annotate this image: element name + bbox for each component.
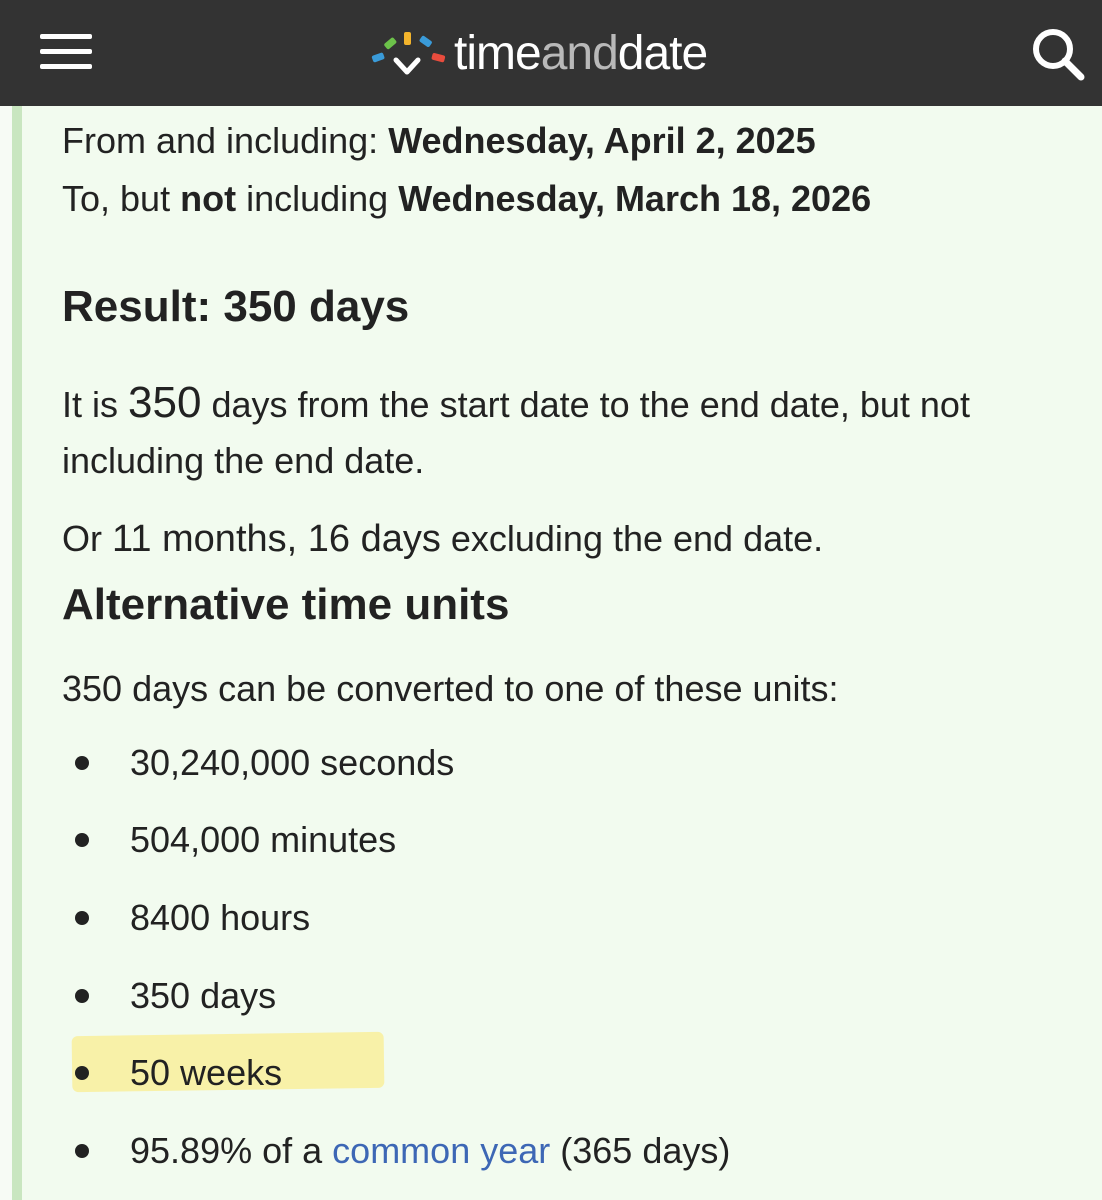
to-label-not: not bbox=[180, 178, 237, 219]
bullet-icon bbox=[75, 989, 89, 1003]
year-percent-text: 95.89% of a bbox=[130, 1130, 323, 1171]
bullet-icon bbox=[75, 911, 89, 925]
unit-seconds: 30,240,000 seconds bbox=[130, 742, 455, 783]
conversion-intro: 350 days can be converted to one of thes… bbox=[62, 668, 839, 709]
unit-hours: 8400 hours bbox=[130, 897, 311, 938]
from-label: From and including: bbox=[62, 120, 379, 161]
logo-date-text: date bbox=[617, 27, 708, 80]
common-year-link[interactable]: common year bbox=[332, 1130, 550, 1171]
alternative-units-heading: Alternative time units bbox=[62, 580, 510, 629]
hamburger-menu-icon[interactable] bbox=[40, 34, 92, 70]
logo-wordmark: timeanddate bbox=[454, 26, 708, 82]
result-paragraph-line2: including the end date. bbox=[62, 440, 424, 482]
result-paragraph-line1: It is 350 days from the start date to th… bbox=[62, 378, 970, 428]
result-text-a: It is bbox=[62, 384, 119, 425]
to-label-part1: To, but bbox=[62, 178, 171, 219]
list-item: 8400 hours bbox=[62, 893, 962, 943]
logo-and-text: and bbox=[540, 27, 619, 80]
site-logo[interactable]: timeanddate bbox=[368, 26, 708, 82]
result-text-c: including the end date. bbox=[62, 440, 425, 481]
unit-year-percent: 95.89% of a common year (365 days) bbox=[130, 1130, 730, 1172]
content-left-border bbox=[0, 106, 22, 1200]
from-date: Wednesday, April 2, 2025 bbox=[388, 120, 816, 161]
result-text-b: days from the start date to the end date… bbox=[211, 384, 970, 425]
months-days-line: Or 11 months, 16 days excluding the end … bbox=[62, 518, 823, 561]
top-navigation-bar: timeanddate bbox=[0, 0, 1102, 106]
to-date-line: To, but not including Wednesday, March 1… bbox=[62, 178, 871, 220]
from-date-line: From and including: Wednesday, April 2, … bbox=[62, 120, 816, 162]
bullet-icon bbox=[75, 1144, 89, 1158]
year-days-text: (365 days) bbox=[560, 1130, 731, 1171]
result-heading: Result: 350 days bbox=[62, 282, 410, 331]
bullet-icon bbox=[75, 756, 89, 770]
logo-time-text: time bbox=[454, 27, 542, 80]
unit-days: 350 days bbox=[130, 975, 277, 1016]
search-icon[interactable] bbox=[1030, 26, 1086, 82]
months-text-b: excluding the end date. bbox=[450, 518, 824, 559]
to-date: Wednesday, March 18, 2026 bbox=[398, 178, 872, 219]
result-day-count: 350 bbox=[128, 378, 202, 427]
logo-mark-icon bbox=[371, 32, 446, 75]
months-text-a: Or bbox=[62, 518, 102, 559]
to-label-part2: including bbox=[246, 178, 389, 219]
bullet-icon bbox=[75, 833, 89, 847]
months-days-value: 11 months, 16 days bbox=[112, 518, 441, 560]
list-item: 350 days bbox=[62, 971, 962, 1021]
list-item: 30,240,000 seconds bbox=[62, 738, 962, 788]
list-item: 95.89% of a common year (365 days) bbox=[62, 1126, 962, 1176]
list-item: 504,000 minutes bbox=[62, 815, 962, 865]
list-item: 50 weeks bbox=[62, 1031, 962, 1098]
bullet-icon bbox=[75, 1066, 89, 1080]
unit-minutes: 504,000 minutes bbox=[130, 819, 397, 860]
unit-weeks: 50 weeks bbox=[130, 1052, 283, 1093]
